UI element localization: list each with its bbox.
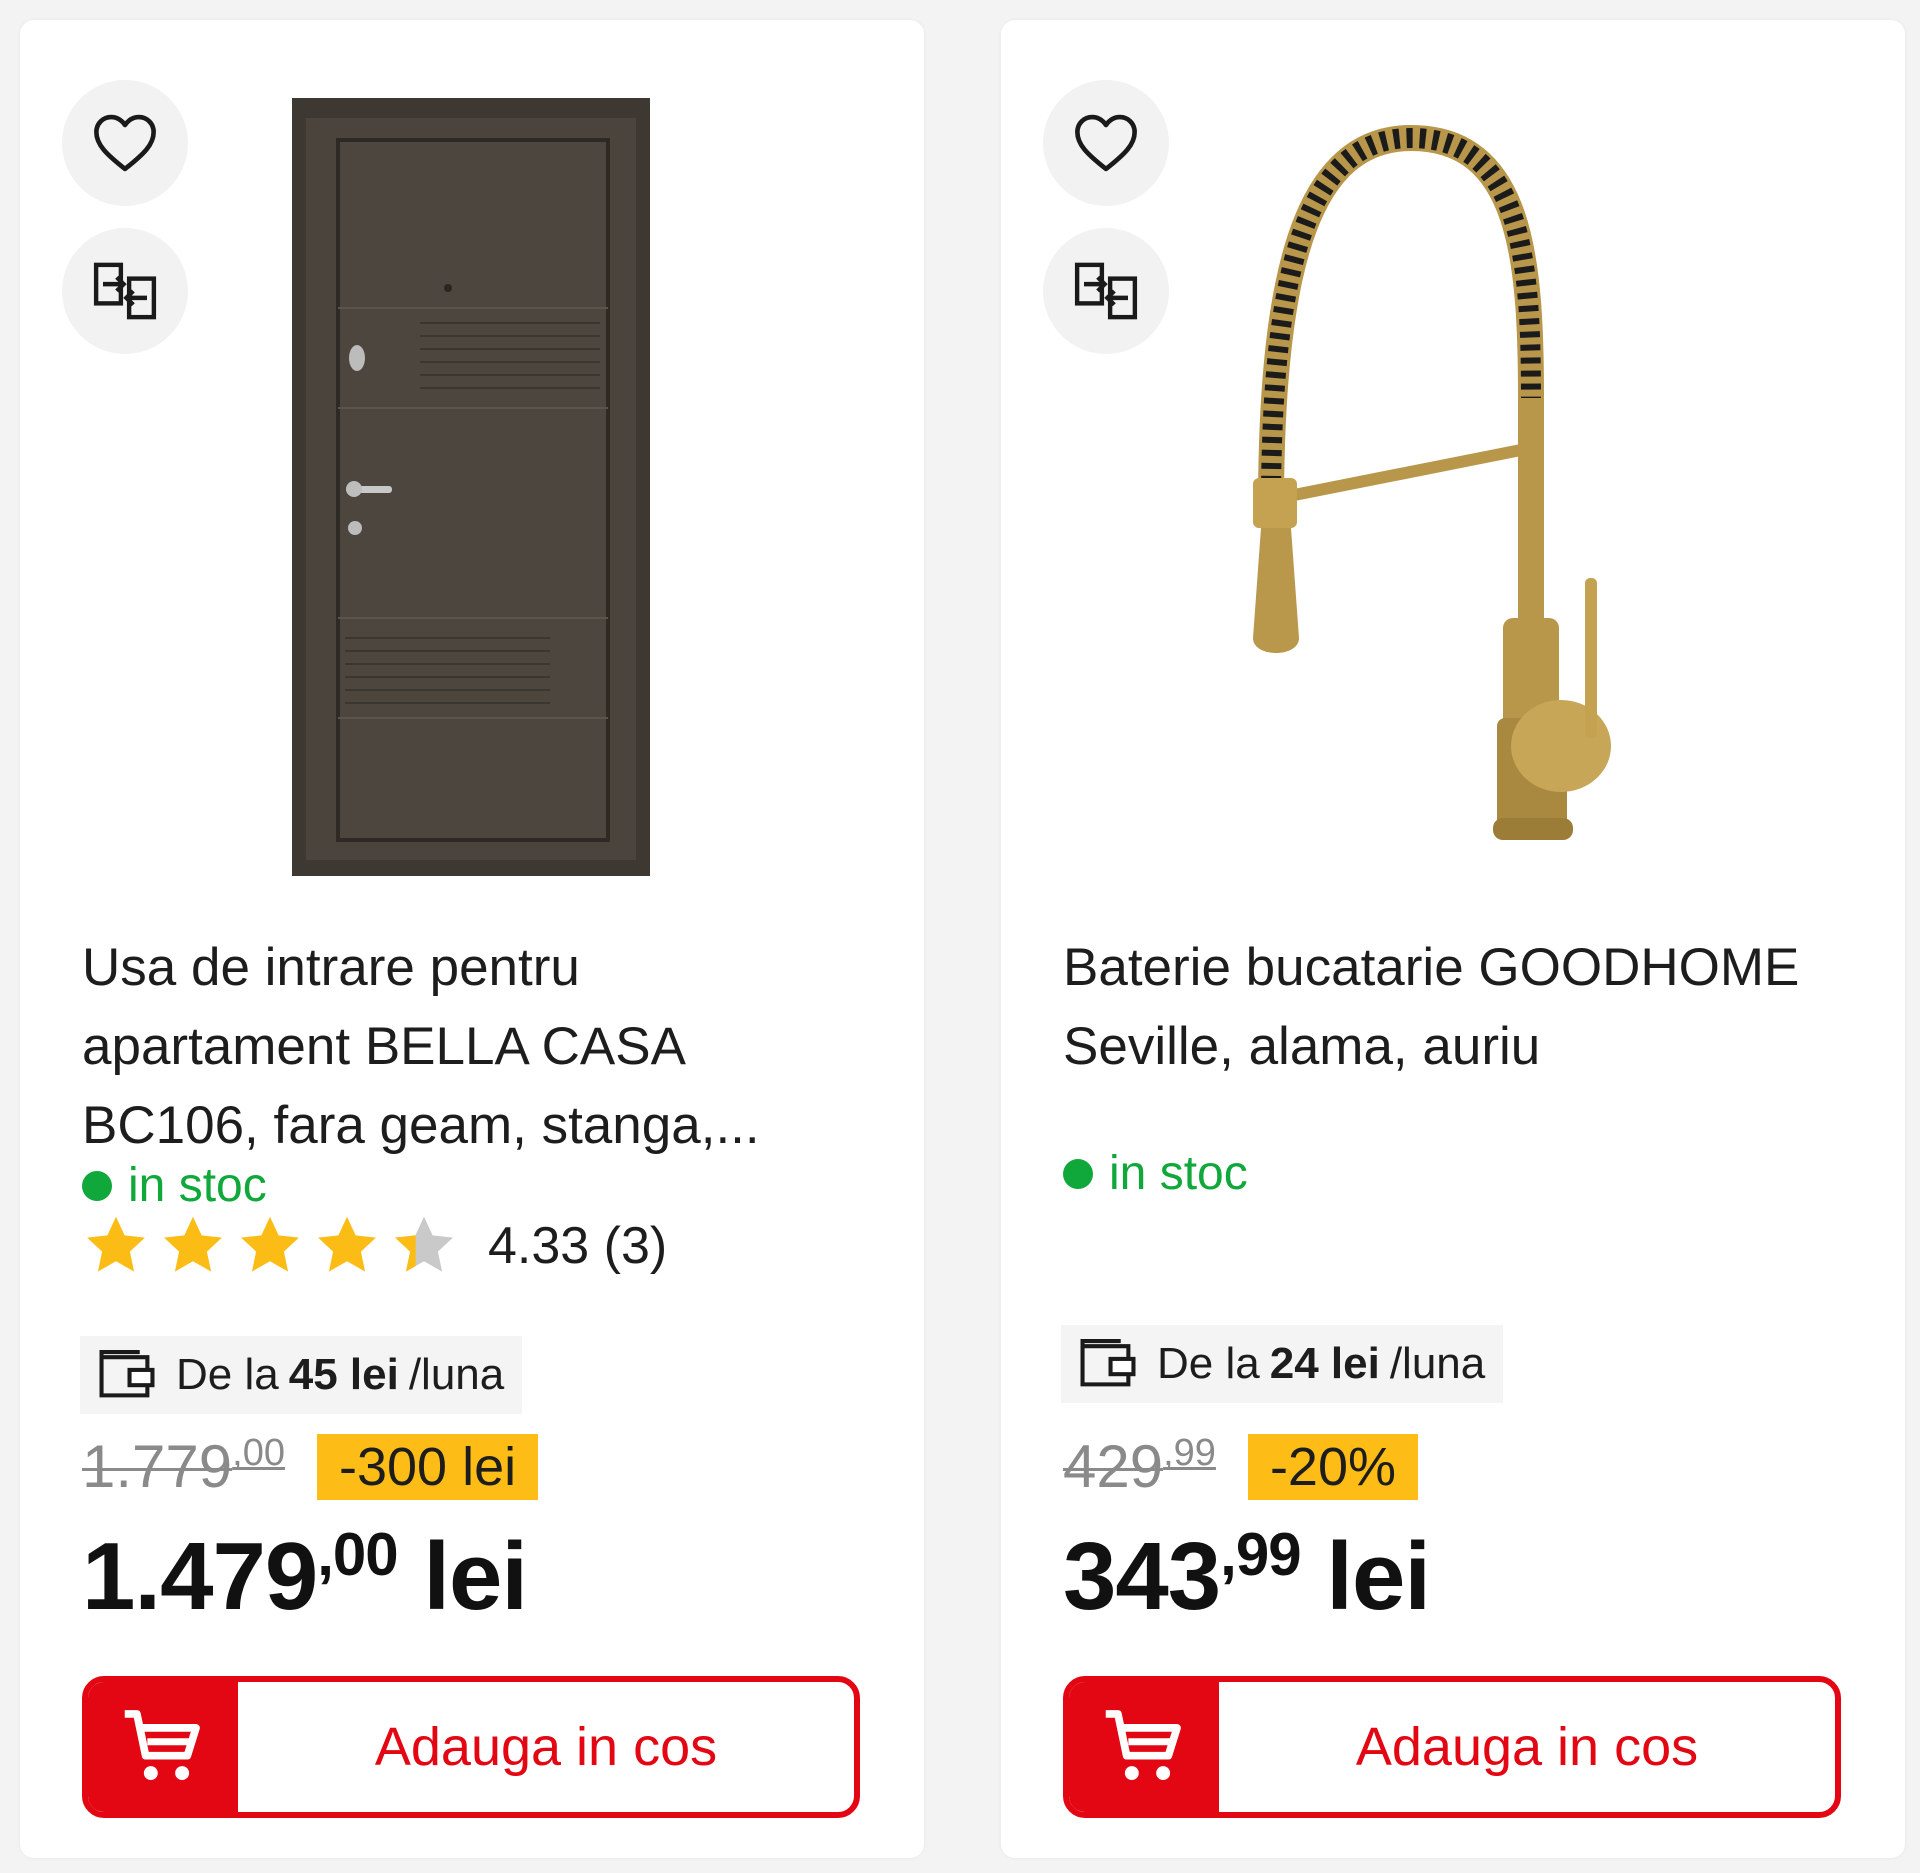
wallet-icon [1080,1339,1136,1387]
star-full-icon [241,1216,299,1272]
old-price: 429,99 [1063,1432,1216,1500]
stock-label: in stoc [1109,1147,1248,1200]
rating[interactable]: 4.33 (3) [82,1214,667,1278]
installment-amount: 24 lei [1269,1339,1380,1388]
installment-suffix: /luna [408,1350,505,1399]
compare-icon [93,262,157,320]
installment-prefix: De la [1157,1339,1260,1388]
rating-stars [82,1214,458,1278]
compare-icon [1074,262,1138,320]
old-price-row: 429,99 -20% [1063,1432,1418,1501]
product-card: Usa de intrare pentru apartament BELLA C… [20,20,924,1858]
stock-status: in stoc [1063,1146,1248,1201]
heart-icon [1075,114,1137,172]
rating-value: 4.33 (3) [488,1217,668,1275]
add-to-cart-label: Adauga in cos [374,1717,718,1777]
installment-info: De la 45 lei /luna [80,1336,523,1414]
add-to-cart-label: Adauga in cos [1355,1717,1699,1777]
product-card: Baterie bucatarie GOODHOME Seville, alam… [1001,20,1905,1858]
star-partial-icon [395,1216,453,1272]
stock-dot-icon [82,1170,112,1201]
cart-icon [1105,1710,1181,1781]
wishlist-button[interactable] [1043,80,1169,206]
old-price-row: 1.779,00 -300 lei [82,1432,539,1501]
cart-icon-box [1069,1682,1219,1812]
wishlist-button[interactable] [62,80,188,206]
add-to-cart-button[interactable]: Adauga in cos [82,1676,860,1818]
cart-icon [124,1710,200,1781]
stock-dot-icon [1063,1158,1093,1189]
stock-label: in stoc [128,1159,267,1212]
old-price: 1.779,00 [82,1432,285,1500]
current-price: 1.479,00 lei [82,1521,528,1630]
add-to-cart-button[interactable]: Adauga in cos [1063,1676,1841,1818]
current-price: 343,99 lei [1063,1521,1431,1630]
product-title[interactable]: Baterie bucatarie GOODHOME Seville, alam… [1063,928,1833,1086]
cart-icon-box [88,1682,238,1812]
entrance-door-image[interactable] [260,78,680,878]
star-full-icon [318,1216,376,1272]
installment-info: De la 24 lei /luna [1061,1325,1504,1403]
star-full-icon [164,1216,222,1272]
compare-button[interactable] [1043,228,1169,354]
installment-suffix: /luna [1389,1339,1486,1388]
installment-prefix: De la [176,1350,279,1399]
heart-icon [94,114,156,172]
discount-badge: -20% [1247,1433,1418,1500]
star-full-icon [87,1216,145,1272]
compare-button[interactable] [62,228,188,354]
stock-status: in stoc [82,1158,267,1213]
kitchen-faucet-image[interactable] [1231,78,1651,878]
product-title[interactable]: Usa de intrare pentru apartament BELLA C… [82,928,852,1165]
wallet-icon [99,1350,155,1398]
installment-amount: 45 lei [288,1350,399,1399]
discount-badge: -300 lei [316,1433,539,1500]
